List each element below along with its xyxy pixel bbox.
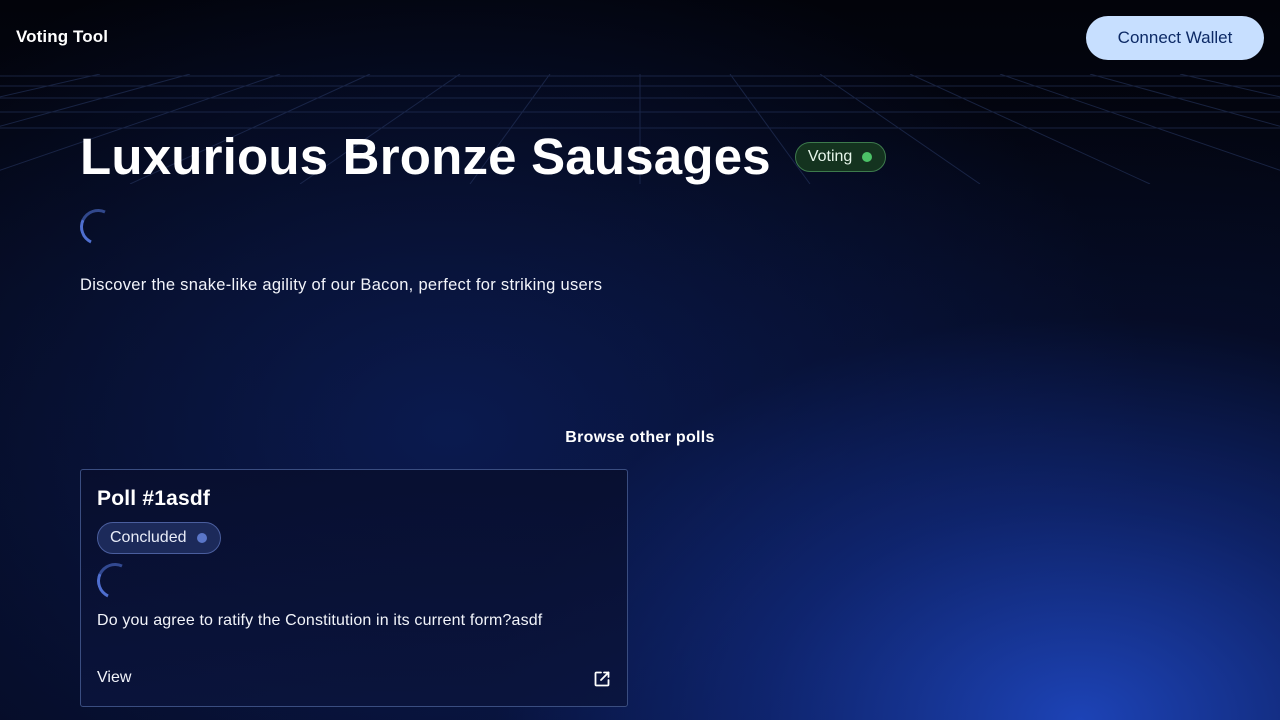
status-badge: Voting <box>794 142 887 172</box>
poll-description: Discover the snake-like agility of our B… <box>80 276 603 294</box>
spinner-icon <box>74 203 122 251</box>
page-title: Luxurious Bronze Sausages <box>80 128 771 185</box>
poll-header: Luxurious Bronze Sausages Voting <box>80 126 887 188</box>
external-link-icon[interactable] <box>592 669 612 689</box>
spinner-icon <box>91 557 139 605</box>
browse-polls-heading: Browse other polls <box>565 429 715 446</box>
poll-card[interactable]: Poll #1asdf Concluded Do you agree to ra… <box>80 469 628 707</box>
status-dot-icon <box>862 152 873 162</box>
poll-card-question: Do you agree to ratify the Constitution … <box>97 612 543 629</box>
status-dot-icon <box>196 533 207 543</box>
status-badge: Concluded <box>97 522 221 554</box>
status-badge-label: Concluded <box>110 529 187 546</box>
app-title[interactable]: Voting Tool <box>16 27 108 47</box>
view-poll-link[interactable]: View <box>97 669 131 687</box>
connect-wallet-button[interactable]: Connect Wallet <box>1086 16 1264 60</box>
poll-card-title: Poll #1asdf <box>97 487 211 510</box>
top-bar: Voting Tool Connect Wallet <box>0 0 1280 74</box>
status-badge-label: Voting <box>807 148 853 165</box>
